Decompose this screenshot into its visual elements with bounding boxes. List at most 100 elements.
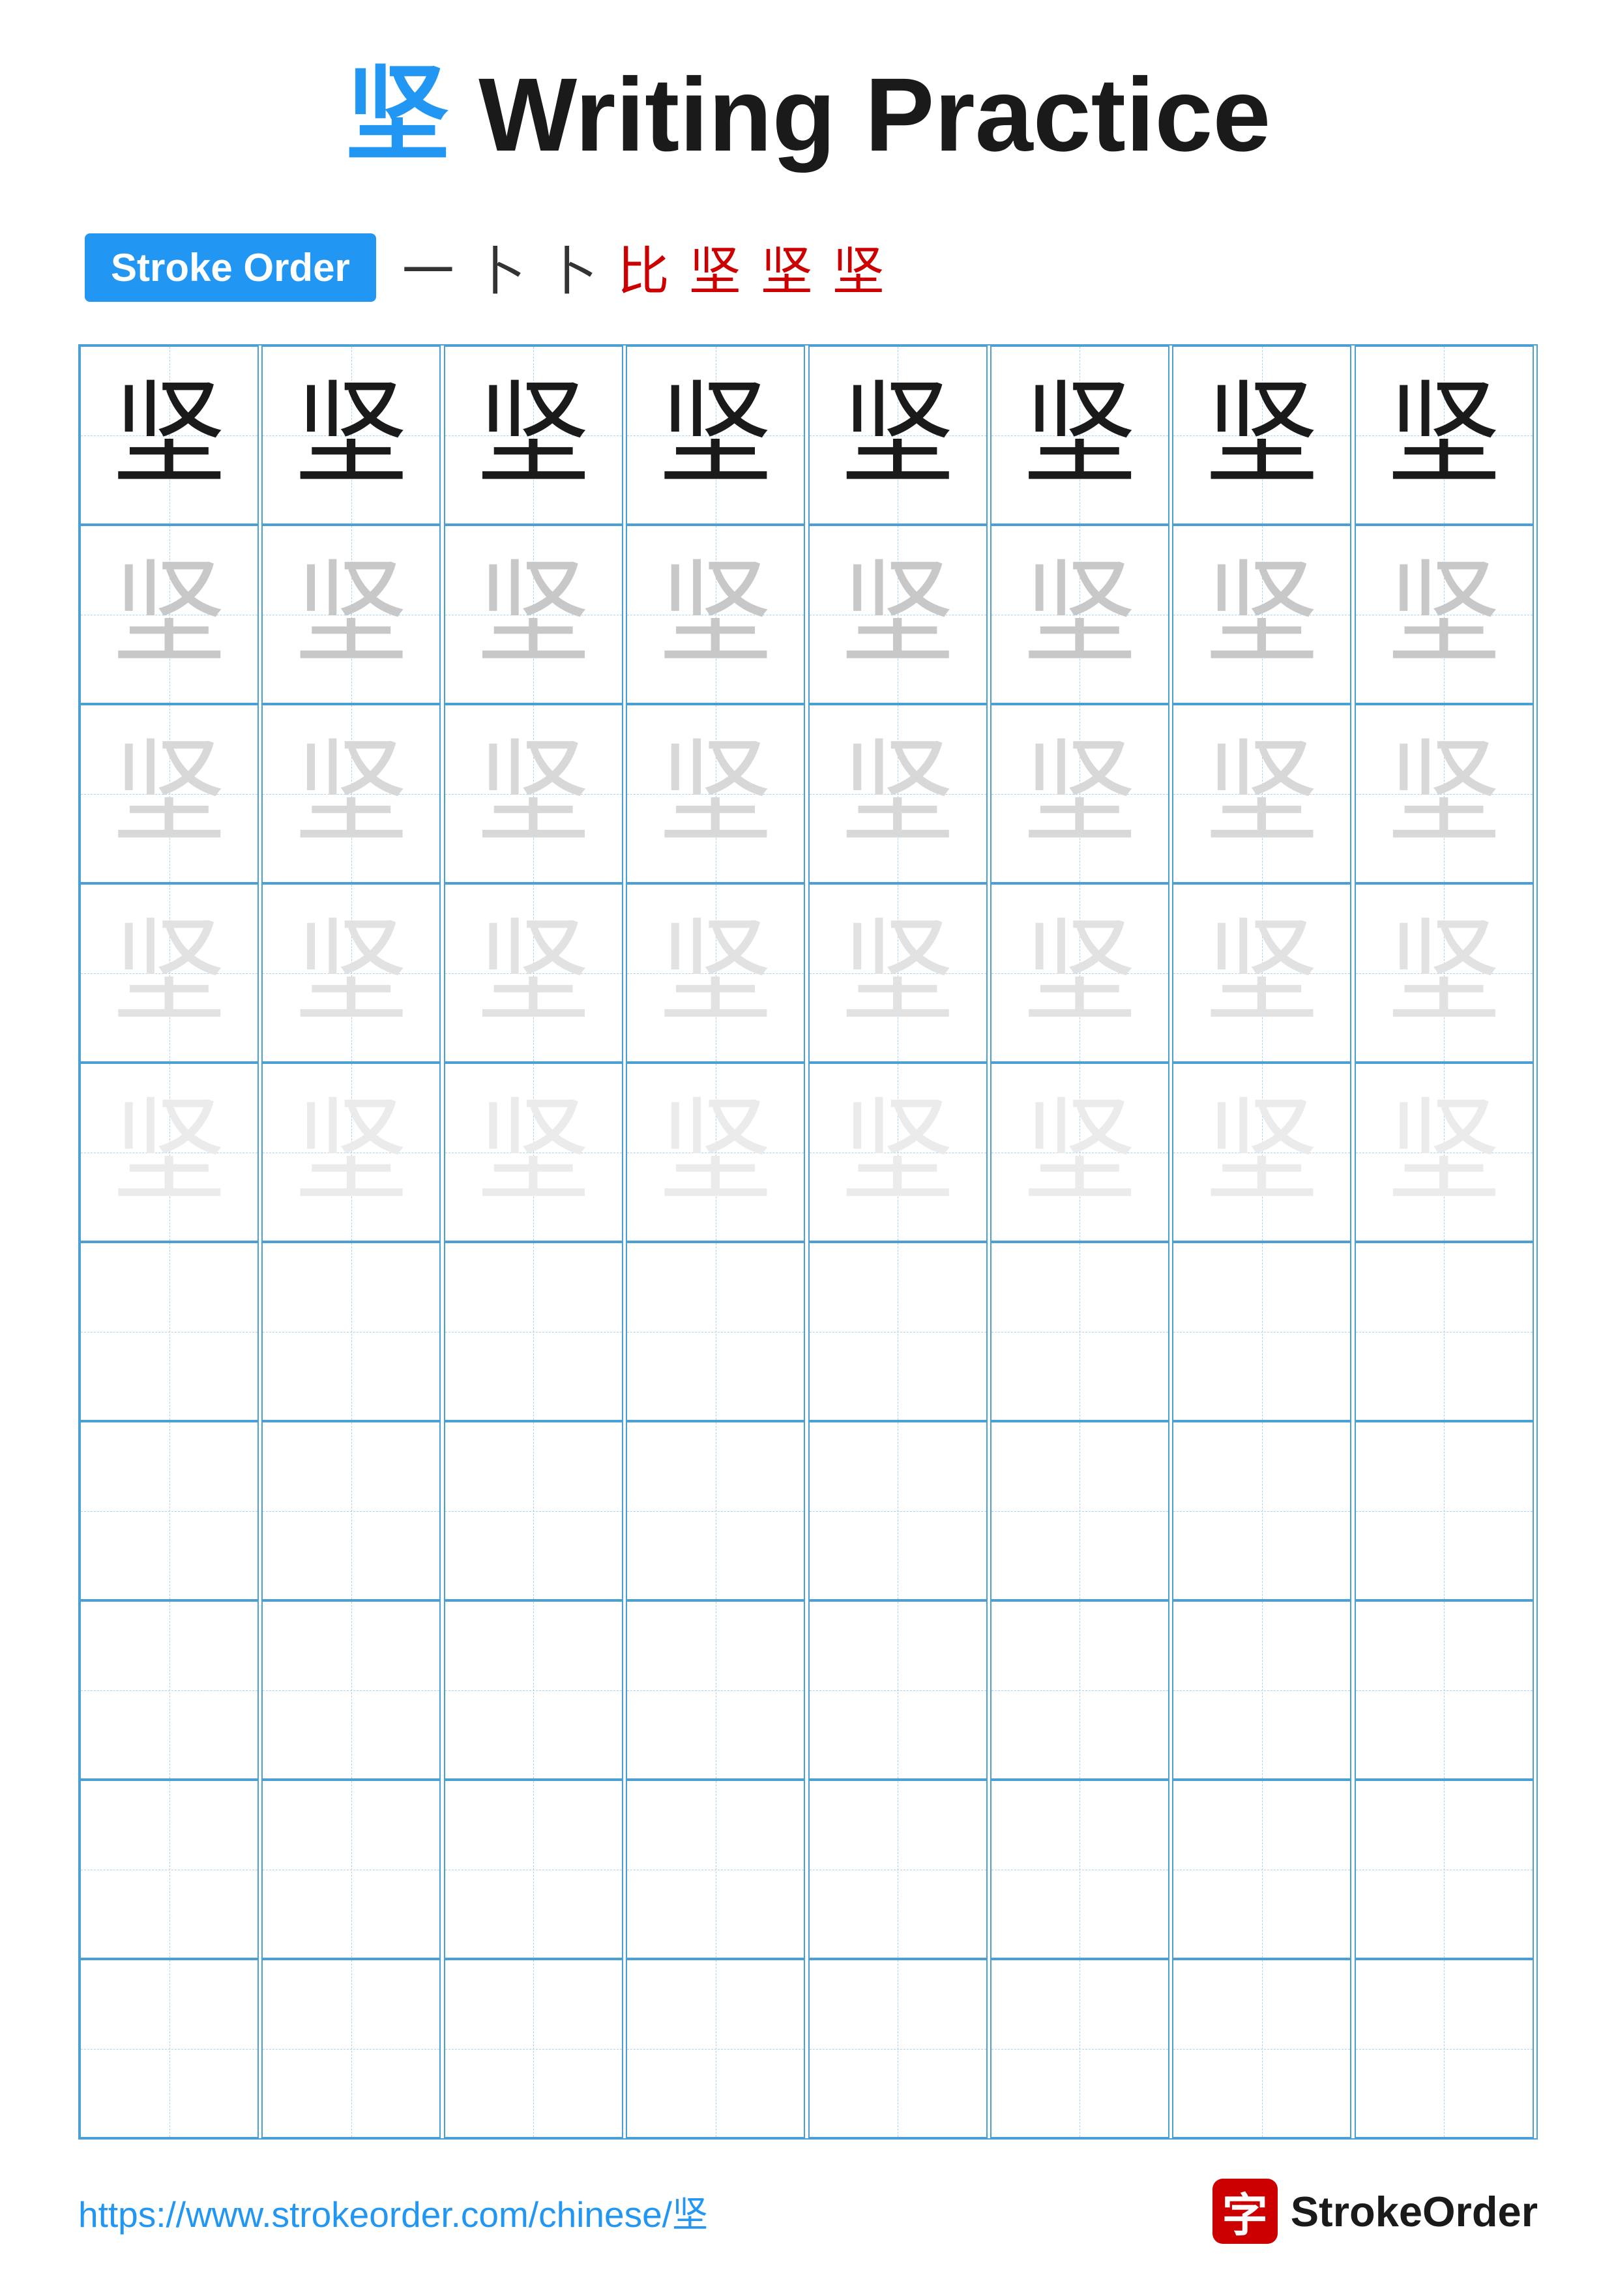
stroke-steps: 一 卜 卜 比 坚 坚 坚 (402, 229, 885, 305)
table-row (808, 1242, 988, 1421)
table-row: 坚 (990, 1063, 1169, 1242)
practice-char: 坚 (841, 916, 955, 1030)
table-row: 坚 (1355, 704, 1534, 883)
table-row: 坚 (626, 525, 805, 704)
practice-char: 坚 (112, 737, 226, 851)
table-row (80, 1780, 259, 1959)
practice-char: 坚 (658, 1095, 772, 1209)
practice-char: 坚 (477, 557, 591, 671)
table-row: 坚 (261, 1063, 441, 1242)
stroke-step-7: 坚 (832, 229, 885, 305)
table-row: 坚 (808, 704, 988, 883)
table-row: 坚 (808, 1063, 988, 1242)
table-row (1355, 1242, 1534, 1421)
table-row (1355, 1600, 1534, 1780)
stroke-step-5: 坚 (689, 229, 741, 305)
table-row: 坚 (626, 1063, 805, 1242)
table-row (444, 1959, 623, 2138)
table-row: 坚 (80, 704, 259, 883)
table-row: 坚 (990, 346, 1169, 525)
practice-char: 坚 (1205, 1095, 1319, 1209)
page: 坚 Writing Practice Stroke Order 一 卜 卜 比 … (0, 0, 1616, 2296)
table-row: 坚 (808, 346, 988, 525)
stroke-step-1: 一 (402, 229, 454, 305)
table-row: 坚 (1172, 1063, 1351, 1242)
stroke-step-3: 卜 (546, 229, 598, 305)
table-row (261, 1959, 441, 2138)
table-row: 坚 (1355, 525, 1534, 704)
practice-char: 坚 (1387, 1095, 1501, 1209)
table-row (261, 1780, 441, 1959)
table-row (626, 1959, 805, 2138)
stroke-step-2: 卜 (474, 229, 526, 305)
table-row: 坚 (990, 525, 1169, 704)
stroke-step-4: 比 (617, 229, 669, 305)
table-row: 坚 (261, 346, 441, 525)
table-row (1355, 1421, 1534, 1600)
table-row: 坚 (1172, 525, 1351, 704)
practice-char: 坚 (841, 737, 955, 851)
table-row (626, 1600, 805, 1780)
table-row (1355, 1780, 1534, 1959)
stroke-order-badge: Stroke Order (85, 233, 376, 302)
table-row: 坚 (626, 346, 805, 525)
table-row: 坚 (626, 704, 805, 883)
practice-char: 坚 (841, 1095, 955, 1209)
table-row (1172, 1959, 1351, 2138)
table-row: 坚 (990, 704, 1169, 883)
table-row: 坚 (808, 883, 988, 1063)
table-row (626, 1242, 805, 1421)
table-row (261, 1600, 441, 1780)
table-row: 坚 (1355, 883, 1534, 1063)
practice-char: 坚 (658, 557, 772, 671)
table-row (1172, 1242, 1351, 1421)
practice-char: 坚 (1023, 378, 1137, 492)
table-row (808, 1959, 988, 2138)
practice-char: 坚 (477, 916, 591, 1030)
table-row: 坚 (1172, 704, 1351, 883)
table-row (990, 1780, 1169, 1959)
table-row (444, 1780, 623, 1959)
practice-char: 坚 (841, 378, 955, 492)
practice-char: 坚 (294, 378, 408, 492)
table-row: 坚 (444, 883, 623, 1063)
table-row: 坚 (1355, 346, 1534, 525)
table-row: 坚 (80, 883, 259, 1063)
table-row: 坚 (444, 346, 623, 525)
practice-grid: 坚坚坚坚坚坚坚坚坚坚坚坚坚坚坚坚坚坚坚坚坚坚坚坚坚坚坚坚坚坚坚坚坚坚坚坚坚坚坚坚 (78, 344, 1538, 2140)
practice-char: 坚 (841, 557, 955, 671)
practice-char: 坚 (1387, 378, 1501, 492)
practice-char: 坚 (1023, 737, 1137, 851)
practice-char: 坚 (112, 557, 226, 671)
practice-char: 坚 (1205, 557, 1319, 671)
footer-logo: 字 StrokeOrder (1212, 2179, 1538, 2244)
table-row: 坚 (444, 525, 623, 704)
table-row (1172, 1421, 1351, 1600)
table-row (444, 1421, 623, 1600)
table-row (261, 1242, 441, 1421)
table-row: 坚 (990, 883, 1169, 1063)
title-suffix: Writing Practice (450, 56, 1271, 173)
practice-char: 坚 (1387, 737, 1501, 851)
practice-char: 坚 (477, 1095, 591, 1209)
table-row (444, 1242, 623, 1421)
footer: https://www.strokeorder.com/chinese/坚 字 … (78, 2140, 1538, 2244)
table-row: 坚 (626, 883, 805, 1063)
practice-char: 坚 (112, 1095, 226, 1209)
table-row: 坚 (1172, 346, 1351, 525)
practice-char: 坚 (294, 916, 408, 1030)
practice-char: 坚 (1205, 378, 1319, 492)
stroke-step-6: 坚 (761, 229, 813, 305)
practice-char: 坚 (112, 916, 226, 1030)
practice-char: 坚 (658, 916, 772, 1030)
table-row: 坚 (444, 1063, 623, 1242)
practice-char: 坚 (1023, 557, 1137, 671)
practice-char: 坚 (112, 378, 226, 492)
table-row: 坚 (80, 1063, 259, 1242)
practice-char: 坚 (294, 737, 408, 851)
practice-char: 坚 (294, 1095, 408, 1209)
practice-char: 坚 (1205, 916, 1319, 1030)
practice-char: 坚 (1387, 916, 1501, 1030)
table-row (990, 1600, 1169, 1780)
table-row (990, 1959, 1169, 2138)
